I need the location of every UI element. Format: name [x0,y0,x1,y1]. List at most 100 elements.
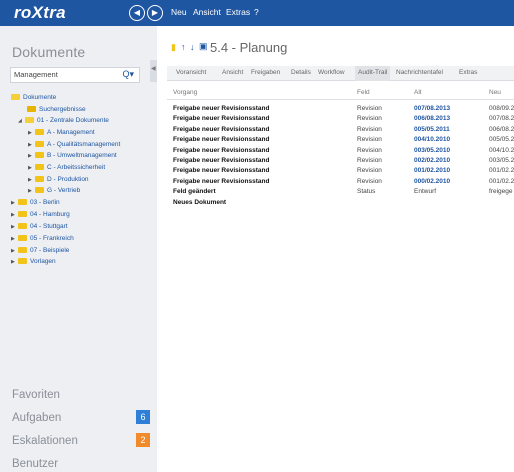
tab-workflow[interactable]: Workflow [318,69,345,76]
cell-neu: 008/09.2 [489,105,514,112]
tab-bar: Voransicht Ansicht Freigaben Details Wor… [167,66,514,81]
cell-feld: Revision [357,157,382,164]
back-icon[interactable]: ◀ [129,5,145,21]
menu-extras[interactable]: Extras [226,7,250,17]
folder-icon [35,164,44,170]
cell-alt: 000/02.2010 [414,177,451,185]
cell-neu: 001/02.2 [489,167,514,175]
cell-vorgang: Freigabe neuer Revisionsstand [173,125,270,133]
chevron-right-icon[interactable]: ▶ [28,165,35,171]
tree-item-stuttgart[interactable]: ▶ 04 - Stuttgart [11,223,68,233]
cell-feld: Status [357,188,376,196]
sidebar: Dokumente Management Q▾ ◀ Dokumente Such… [0,26,157,472]
cell-neu: 007/08.2 [489,115,514,123]
cell-neu: 004/10.2 [489,146,514,154]
tree-item-vorlagen[interactable]: ▶ Vorlagen [11,258,56,268]
folder-icon [35,152,44,158]
cell-vorgang: Freigabe neuer Revisionsstand [173,146,270,154]
tab-extras[interactable]: Extras [459,69,477,76]
cell-feld: Revision [357,125,382,133]
chevron-right-icon[interactable]: ▶ [11,259,18,265]
arrow-up-icon[interactable]: ↑ [181,42,186,52]
document-icon[interactable]: ▣ [199,41,208,52]
tree-item-g-vertrieb[interactable]: ▶ G - Vertrieb [28,187,80,197]
tree-item-berlin[interactable]: ▶ 03 - Berlin [11,199,60,209]
tree-item-suchergebnisse[interactable]: Suchergebnisse [27,106,86,116]
aufgaben-link[interactable]: Aufgaben [12,412,61,424]
tree-item-a-management[interactable]: ▶ A - Management [28,129,95,139]
cell-alt: 001/02.2010 [414,167,451,175]
folder-open-icon [25,117,34,123]
folder-icon [18,235,27,241]
folder-icon [18,247,27,253]
tab-freigaben[interactable]: Freigaben [251,69,280,76]
cell-alt: 003/05.2010 [414,146,451,154]
collapse-sidebar-button[interactable]: ◀ [150,60,157,82]
chevron-right-icon[interactable]: ▶ [28,142,35,148]
header-divider [167,99,514,100]
cell-vorgang: Freigabe neuer Revisionsstand [173,167,270,175]
column-header-vorgang[interactable]: Vorgang [173,89,197,96]
search-icon[interactable]: Q▾ [122,69,134,80]
folder-icon[interactable]: ▮ [171,42,176,53]
cell-vorgang: Freigabe neuer Revisionsstand [173,136,270,144]
chevron-right-icon[interactable]: ▶ [11,248,18,254]
tab-audit-trail[interactable]: Audit-Trail [355,66,391,81]
cell-neu: 003/05.2 [489,157,514,164]
tab-voransicht[interactable]: Voransicht [176,69,206,76]
tree-item-b-umwelt[interactable]: ▶ B - Umweltmanagement [28,152,117,162]
tree-item-zentrale[interactable]: ◢ 01 - Zentrale Dokumente [18,117,109,127]
chevron-right-icon[interactable]: ▶ [11,224,18,230]
benutzer-link[interactable]: Benutzer [12,458,58,470]
cell-alt: 007/08.2013 [414,105,451,112]
menu-help[interactable]: ? [254,7,259,17]
column-header-neu[interactable]: Neu [489,89,501,96]
sidebar-title: Dokumente [12,44,86,60]
cell-alt: 002/02.2010 [414,157,451,164]
tree-item-d-produktion[interactable]: ▶ D - Produktion [28,176,89,186]
arrow-down-icon[interactable]: ↓ [190,42,195,52]
chevron-right-icon[interactable]: ▶ [28,188,35,194]
cell-neu: 005/05.2 [489,136,514,144]
folder-icon [35,141,44,147]
chevron-right-icon[interactable]: ▶ [28,153,35,159]
tree-item-c-arbeit[interactable]: ▶ C - Arbeitssicherheit [28,164,105,174]
folder-open-icon [11,94,20,100]
tab-nachrichtentafel[interactable]: Nachrichtentafel [396,69,443,76]
column-header-feld[interactable]: Feld [357,89,370,96]
tab-ansicht[interactable]: Ansicht [222,69,243,76]
tree-item-hamburg[interactable]: ▶ 04 - Hamburg [11,211,70,221]
chevron-right-icon[interactable]: ▶ [28,177,35,183]
tab-details[interactable]: Details [291,69,311,76]
cell-feld: Revision [357,105,382,112]
chevron-down-icon[interactable]: ◢ [18,118,25,124]
menu-neu[interactable]: Neu [171,7,187,17]
folder-icon [35,129,44,135]
cell-feld: Revision [357,146,382,154]
eskalationen-link[interactable]: Eskalationen [12,435,78,447]
cell-feld: Revision [357,177,382,185]
cell-alt: 004/10.2010 [414,136,451,144]
menu-ansicht[interactable]: Ansicht [193,7,221,17]
search-input[interactable]: Management [14,70,114,79]
search-box[interactable]: Management Q▾ [10,67,140,83]
cell-alt: 006/08.2013 [414,115,451,123]
chevron-right-icon[interactable]: ▶ [11,236,18,242]
folder-icon [18,258,27,264]
tree-item-frankreich[interactable]: ▶ 05 - Frankreich [11,235,74,245]
cell-vorgang: Neues Dokument [173,198,227,206]
cell-feld: Revision [357,136,382,144]
cell-feld: Revision [357,115,382,123]
tree-item-dokumente[interactable]: Dokumente [11,94,56,104]
folder-icon [18,199,27,205]
forward-icon[interactable]: ▶ [147,5,163,21]
chevron-right-icon[interactable]: ▶ [11,200,18,206]
chevron-right-icon[interactable]: ▶ [28,130,35,136]
favoriten-link[interactable]: Favoriten [12,389,60,401]
tree-item-beispiele[interactable]: ▶ 07 - Beispiele [11,247,69,257]
chevron-right-icon[interactable]: ▶ [11,212,18,218]
column-header-alt[interactable]: Alt [414,89,422,96]
cell-feld: Revision [357,167,382,175]
cell-vorgang: Freigabe neuer Revisionsstand [173,177,270,185]
tree-item-a-qualitaet[interactable]: ▶ A - Qualitätsmanagement [28,141,120,151]
